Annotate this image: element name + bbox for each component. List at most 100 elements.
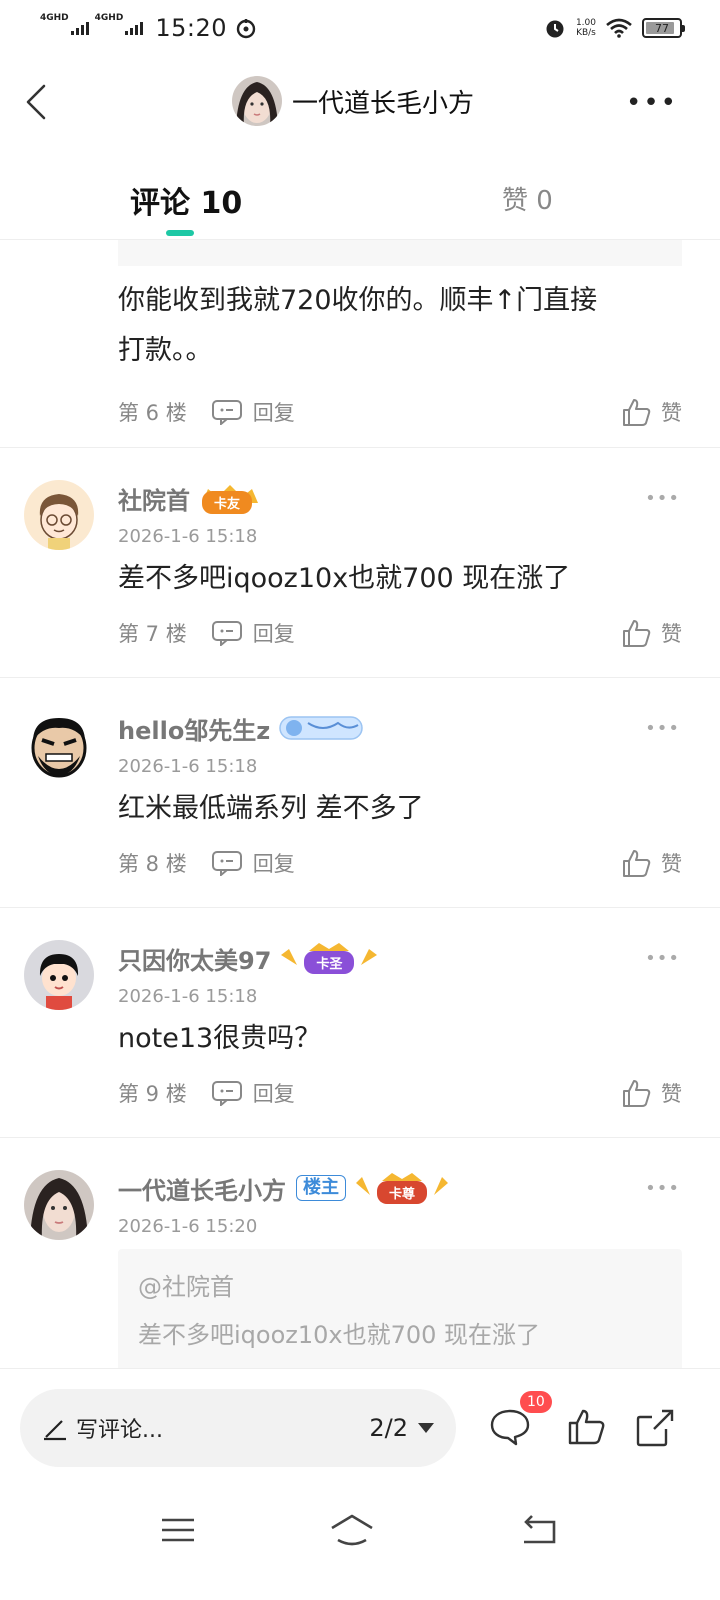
comment-date: 2026-1-6 15:18 (118, 526, 258, 547)
level-badge: 卡圣 (279, 941, 379, 975)
reply-button[interactable]: 回复 (211, 397, 295, 427)
author-avatar[interactable] (232, 76, 282, 126)
user-avatar[interactable] (24, 940, 94, 1010)
net-speed: 1.00 KB/s (576, 18, 596, 38)
dropdown-triangle-icon (418, 1423, 434, 1433)
username[interactable]: 只因你太美97 (118, 941, 271, 976)
signal-2: 4GHD (95, 14, 144, 35)
reply-icon (211, 1081, 242, 1106)
sync-icon (236, 19, 256, 39)
page-indicator: 2/2 (369, 1414, 408, 1442)
comment-actions: 第 8 楼 回复 赞 (118, 833, 682, 893)
clock: 15:20 (155, 14, 227, 42)
user-avatar[interactable] (24, 1170, 94, 1240)
signal-bars-icon (125, 21, 144, 35)
reply-label: 回复 (252, 401, 295, 425)
level-badge-icon (279, 716, 364, 740)
thumbs-up-icon (623, 850, 651, 877)
like-button[interactable]: 赞 (621, 618, 682, 648)
alarm-icon (546, 20, 564, 38)
thumbs-up-icon[interactable] (564, 1405, 608, 1449)
back-arrow-icon[interactable] (18, 82, 58, 122)
floor-label: 第 7 楼 (118, 622, 187, 646)
username[interactable]: 社院首 (118, 481, 190, 516)
thumbs-up-icon (623, 399, 651, 426)
reply-label: 回复 (252, 852, 295, 876)
like-label: 赞 (661, 622, 682, 646)
comment-actions: 第 7 楼 回复 赞 (118, 603, 682, 663)
quoted-comment[interactable]: @社院首 差不多吧iqooz10x也就700 现在涨了 (118, 1249, 682, 1368)
reply-button[interactable]: 回复 (211, 848, 295, 878)
comment-text: note13很贵吗？ (118, 1023, 322, 1054)
share-icon[interactable] (632, 1405, 676, 1449)
level-badge-text: 卡友 (202, 490, 253, 514)
pencil-icon (44, 1420, 66, 1441)
comment-header: 一代道长毛小方 楼主 卡尊 (118, 1168, 682, 1208)
page-title: 一代道长毛小方 (292, 88, 475, 119)
comment-text-line-1: 你能收到我就720收你的。顺丰↑门直接 (118, 285, 598, 316)
like-button[interactable]: 赞 (621, 1078, 682, 1108)
quoted-text: 差不多吧iqooz10x也就700 现在涨了 (138, 1321, 541, 1349)
user-avatar[interactable] (24, 480, 94, 550)
username[interactable]: hello邹先生z (118, 711, 270, 746)
comment-text: 差不多吧iqooz10x也就700 现在涨了 (118, 563, 571, 594)
comment-header: 只因你太美97 卡圣 (118, 938, 682, 978)
like-label: 赞 (661, 401, 682, 425)
host-badge: 楼主 (296, 1175, 346, 1201)
level-badge-text: 卡圣 (304, 950, 355, 974)
comment-placeholder: 写评论... (76, 1418, 163, 1443)
username[interactable]: 一代道长毛小方 (118, 1171, 286, 1206)
comment-text: 你能收到我就720收你的。顺丰↑门直接 打款。。 (118, 276, 682, 376)
write-comment-input[interactable]: 写评论... 2/2 (20, 1389, 456, 1467)
reply-button[interactable]: 回复 (211, 618, 295, 648)
quoted-user: @社院首 (138, 1273, 234, 1301)
comment-text: 红米最低端系列 差不多了 (118, 793, 424, 824)
system-nav-bar (0, 1486, 720, 1600)
back-nav-icon[interactable] (514, 1510, 562, 1550)
signal-bars-icon (70, 21, 89, 35)
like-button[interactable]: 赞 (621, 397, 682, 427)
comment-floor-6: 你能收到我就720收你的。顺丰↑门直接 打款。。 第 6 楼 回复 赞 (0, 240, 720, 448)
net-speed-value: 1.00 (575, 18, 596, 28)
signal-2-label: 4GHD (94, 13, 124, 23)
bottom-action-bar: 写评论... 2/2 10 (0, 1368, 720, 1486)
comment-list[interactable]: 你能收到我就720收你的。顺丰↑门直接 打款。。 第 6 楼 回复 赞 ••• … (0, 240, 720, 1368)
comment-header: hello邹先生z (118, 708, 682, 748)
comment-date: 2026-1-6 15:18 (118, 986, 258, 1007)
battery-icon: 77 (642, 18, 685, 38)
home-icon[interactable] (328, 1510, 376, 1550)
level-badge: 卡尊 (354, 1171, 450, 1205)
signal-1: 4GHD (40, 14, 89, 35)
reply-icon (211, 851, 242, 876)
tab-likes[interactable]: 赞 0 (502, 180, 553, 217)
thumbs-up-icon (623, 620, 651, 647)
like-button[interactable]: 赞 (621, 848, 682, 878)
reply-label: 回复 (252, 622, 295, 646)
comment-floor-7: ••• 社院首 卡友 2026-1-6 15:18 差不多吧iqooz10x也就… (0, 448, 720, 678)
comment-date: 2026-1-6 15:20 (118, 1216, 258, 1237)
more-options-icon[interactable]: ••• (626, 88, 678, 118)
reply-icon (211, 621, 242, 646)
signal-1-label: 4GHD (40, 13, 69, 23)
comment-more-icon[interactable]: ••• (645, 948, 680, 969)
comment-actions: 第 6 楼 回复 赞 (118, 382, 682, 442)
page-selector[interactable]: 2/2 (369, 1414, 434, 1442)
comment-date: 2026-1-6 15:18 (118, 756, 258, 777)
tab-bar: 评论 10 赞 0 (0, 164, 720, 240)
comment-more-icon[interactable]: ••• (645, 718, 680, 739)
user-avatar[interactable] (24, 710, 94, 780)
comment-count-badge: 10 (520, 1391, 552, 1413)
floor-label: 第 9 楼 (118, 1082, 187, 1106)
floor-label: 第 8 楼 (118, 852, 187, 876)
comment-more-icon[interactable]: ••• (645, 488, 680, 509)
status-bar: 4GHD 4GHD 15:20 1.00 KB/s 77 (0, 0, 720, 56)
top-header: 一代道长毛小方 ••• (0, 66, 720, 138)
battery-level: 77 (655, 21, 669, 35)
menu-icon[interactable] (154, 1510, 202, 1550)
thumbs-up-icon (623, 1080, 651, 1107)
reply-label: 回复 (252, 1082, 295, 1106)
tab-comments[interactable]: 评论 10 (130, 178, 242, 222)
comment-more-icon[interactable]: ••• (645, 1178, 680, 1199)
reply-button[interactable]: 回复 (211, 1078, 295, 1108)
thread-author[interactable]: 一代道长毛小方 (232, 76, 474, 126)
